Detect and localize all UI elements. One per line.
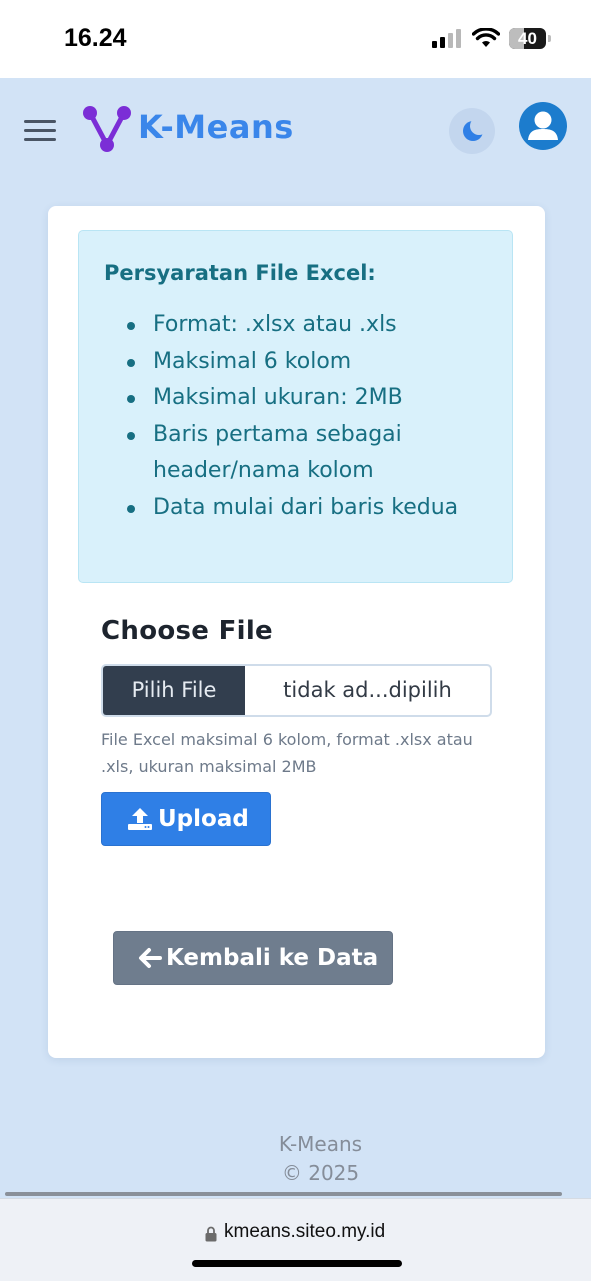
app-page: K-Means Persyaratan File Excel: Format: … bbox=[0, 78, 591, 1198]
requirements-title: Persyaratan File Excel: bbox=[104, 261, 376, 285]
footer-copyright: © 2025 bbox=[281, 1161, 360, 1185]
list-item: Maksimal 6 kolom bbox=[127, 344, 493, 381]
selected-file-name: tidak ad...dipilih bbox=[283, 678, 452, 702]
requirements-list: Format: .xlsx atau .xls Maksimal 6 kolom… bbox=[127, 307, 493, 527]
choose-file-button[interactable]: Pilih File bbox=[103, 666, 245, 715]
upload-icon bbox=[128, 808, 152, 830]
list-item: Maksimal ukuran: 2MB bbox=[127, 380, 493, 417]
file-input[interactable]: Pilih File tidak ad...dipilih bbox=[101, 664, 492, 717]
list-item: Data mulai dari baris kedua bbox=[127, 490, 493, 527]
brand-name[interactable]: K-Means bbox=[138, 108, 294, 146]
list-item: Format: .xlsx atau .xls bbox=[127, 307, 493, 344]
status-bar: 16.24 40 bbox=[0, 0, 591, 78]
cellular-signal-icon bbox=[432, 29, 462, 48]
wifi-icon bbox=[472, 28, 500, 47]
upload-card: Persyaratan File Excel: Format: .xlsx at… bbox=[48, 206, 545, 1058]
status-time: 16.24 bbox=[64, 24, 127, 52]
user-icon bbox=[528, 111, 558, 140]
footer-app-name: K-Means bbox=[278, 1132, 363, 1156]
back-button-label: Kembali ke Data bbox=[166, 945, 379, 971]
browser-address-bar[interactable]: kmeans.siteo.my.id bbox=[0, 1198, 591, 1281]
lock-icon bbox=[205, 1226, 217, 1242]
back-to-data-button[interactable]: Kembali ke Data bbox=[113, 931, 393, 985]
arrow-left-icon bbox=[139, 948, 162, 968]
upload-button[interactable]: Upload bbox=[101, 792, 271, 846]
upload-label: Upload bbox=[158, 806, 249, 832]
logo-icon[interactable] bbox=[82, 105, 132, 155]
file-help-text: File Excel maksimal 6 kolom, format .xls… bbox=[101, 730, 473, 776]
menu-icon[interactable] bbox=[24, 120, 56, 142]
list-item: Baris pertama sebagai header/nama kolom bbox=[127, 417, 493, 490]
battery-level: 40 bbox=[518, 29, 537, 48]
url-text[interactable]: kmeans.siteo.my.id bbox=[224, 1221, 385, 1243]
moon-icon bbox=[463, 117, 488, 141]
theme-toggle-button[interactable] bbox=[449, 108, 495, 154]
home-indicator[interactable] bbox=[192, 1260, 402, 1267]
choose-file-heading: Choose File bbox=[101, 616, 273, 646]
battery-icon: 40 bbox=[509, 28, 546, 49]
user-avatar-button[interactable] bbox=[519, 102, 567, 150]
requirements-alert: Persyaratan File Excel: Format: .xlsx at… bbox=[78, 230, 513, 583]
scroll-indicator bbox=[5, 1192, 562, 1196]
